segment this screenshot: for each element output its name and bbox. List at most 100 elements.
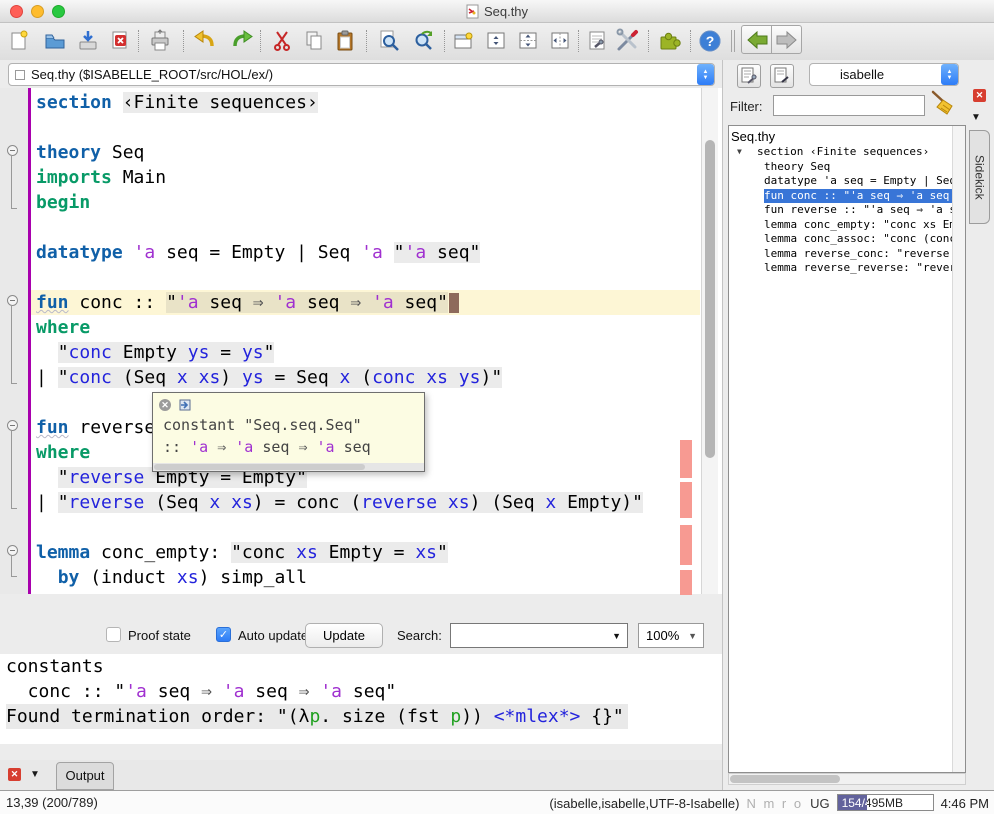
tooltip-detach-icon[interactable] <box>178 398 192 412</box>
buffer-flags-off[interactable]: N m r o <box>746 796 803 811</box>
code-token: where <box>36 442 90 463</box>
buffer-switcher[interactable]: Seq.thy ($ISABELLE_ROOT/src/HOL/ex/) ▲▼ <box>8 63 715 86</box>
tree-item[interactable]: datatype 'a seq = Empty | Seq 'a "'a se <box>729 174 953 189</box>
fold-marker[interactable] <box>7 295 18 306</box>
tree-item[interactable]: fun conc :: "'a seq ⇒ 'a seq ⇒ 'a seq <box>729 189 953 204</box>
tree-vscrollbar[interactable] <box>952 126 965 772</box>
tree-item[interactable]: lemma conc_empty: "conc xs Empty = xs" <box>729 218 953 233</box>
sidekick-mode-selector[interactable]: isabelle ▲▼ <box>809 63 959 86</box>
fold-marker[interactable] <box>7 145 18 156</box>
filter-input[interactable] <box>773 95 925 116</box>
new-file-button[interactable] <box>4 26 34 56</box>
editor-vscrollbar-thumb[interactable] <box>705 140 715 458</box>
paste-button[interactable] <box>330 26 360 56</box>
buffer-options-button[interactable] <box>582 26 612 56</box>
split-horizontal-button[interactable] <box>513 26 543 56</box>
close-buffer-button[interactable] <box>105 26 135 56</box>
sidekick-mode-stepper[interactable]: ▲▼ <box>941 64 958 85</box>
close-window-icon[interactable] <box>10 5 23 18</box>
redo-button[interactable] <box>227 26 257 56</box>
code-token: 'a <box>372 292 394 313</box>
code-token: conc_empty: <box>90 542 231 563</box>
global-options-button[interactable] <box>612 26 642 56</box>
split-vertical-button[interactable] <box>545 26 575 56</box>
fold-marker[interactable] <box>7 545 18 556</box>
update-button[interactable]: Update <box>305 623 383 648</box>
code-token <box>383 242 394 263</box>
editor-text[interactable]: section ‹Finite sequences›theory Seqimpo… <box>31 90 700 592</box>
forward-button[interactable] <box>771 25 802 54</box>
caret-position: 13,39 (200/789) <box>6 795 98 810</box>
tree-item[interactable]: theory Seq <box>729 160 953 175</box>
tooltip-close-icon[interactable]: ✕ <box>159 399 171 411</box>
output-tab[interactable]: Output <box>56 762 114 790</box>
new-view-button[interactable] <box>448 26 478 56</box>
editor[interactable]: section ‹Finite sequences›theory Seqimpo… <box>0 88 722 594</box>
tree-item[interactable]: Seq.thy <box>729 128 953 145</box>
close-output-button[interactable]: ✕ <box>8 768 21 781</box>
unsplit-button[interactable] <box>481 26 511 56</box>
tooltip-scrollbar[interactable] <box>153 463 424 471</box>
code-token <box>448 367 459 388</box>
incremental-find-button[interactable] <box>408 26 438 56</box>
help-icon: ? <box>697 28 723 54</box>
buffer-flags-on[interactable]: UG <box>810 796 830 811</box>
code-token <box>36 567 58 588</box>
tree-hscrollbar[interactable] <box>728 773 966 785</box>
tree-item[interactable]: lemma reverse_reverse: "reverse (revers <box>729 261 953 276</box>
memory-gauge[interactable]: 154/495MB 154/495MB <box>837 794 934 811</box>
minimize-window-icon[interactable] <box>31 5 44 18</box>
undo-button[interactable] <box>190 26 220 56</box>
expand-arrow-icon[interactable]: ▼ <box>737 145 742 160</box>
output-text[interactable]: constants conc :: "'a seq ⇒ 'a seq ⇒ 'a … <box>0 654 722 744</box>
code-token <box>264 292 275 313</box>
back-button[interactable] <box>741 25 772 54</box>
code-line <box>31 265 700 290</box>
dockable-menu-arrow-icon[interactable]: ▼ <box>971 112 981 123</box>
copy-button[interactable] <box>299 26 329 56</box>
plugin-manager-button[interactable] <box>655 26 685 56</box>
code-token: seq <box>244 681 298 702</box>
open-file-button[interactable] <box>40 26 70 56</box>
output-zoom-combo[interactable]: 100% ▼ <box>638 623 704 648</box>
fold-marker[interactable] <box>7 420 18 431</box>
save-file-button[interactable] <box>73 26 103 56</box>
clear-filter-broom-icon[interactable] <box>927 86 961 120</box>
forward-arrow-icon <box>775 29 799 51</box>
proof-state-checkbox[interactable] <box>106 627 121 642</box>
print-button[interactable] <box>145 26 175 56</box>
tree-hscrollbar-thumb[interactable] <box>730 775 840 783</box>
toolbar-separator <box>648 30 649 52</box>
cut-scissors-icon <box>270 29 294 53</box>
help-button[interactable]: ? <box>695 26 725 56</box>
code-token: x <box>177 367 188 388</box>
output-tab-row: ✕ ▼ Output <box>0 760 722 790</box>
code-token: seq <box>147 681 201 702</box>
auto-update-checkbox[interactable]: ✓ <box>216 627 231 642</box>
find-button[interactable] <box>374 26 404 56</box>
sidekick-tab[interactable]: Sidekick <box>969 130 990 224</box>
sidekick-properties-button[interactable] <box>770 64 794 88</box>
buffer-switcher-stepper[interactable]: ▲▼ <box>697 64 714 85</box>
code-token: ( <box>350 367 372 388</box>
svg-text:?: ? <box>706 33 715 49</box>
editor-vscrollbar[interactable] <box>701 88 718 594</box>
code-token: p <box>309 706 320 727</box>
code-token: ⇒ <box>253 292 264 313</box>
close-dockable-button[interactable]: ✕ <box>973 89 986 102</box>
tree-item[interactable]: ▼section ‹Finite sequences› <box>729 145 953 160</box>
code-token: seq <box>253 438 298 456</box>
plugin-puzzle-icon <box>657 28 683 54</box>
cut-button[interactable] <box>267 26 297 56</box>
titlebar[interactable]: Seq.thy <box>0 0 994 23</box>
tree-item[interactable]: fun reverse :: "'a seq ⇒ 'a seq" <box>729 203 953 218</box>
editor-gutter[interactable] <box>0 88 28 594</box>
sidekick-parse-button[interactable] <box>737 64 761 88</box>
output-menu-arrow-icon[interactable]: ▼ <box>30 769 40 780</box>
code-line <box>31 515 700 540</box>
tree-item[interactable]: lemma conc_assoc: "conc (conc xs ys) zs <box>729 232 953 247</box>
output-search-combo[interactable]: ▼ <box>450 623 628 648</box>
zoom-window-icon[interactable] <box>52 5 65 18</box>
sidekick-tree: Seq.thy▼section ‹Finite sequences›theory… <box>729 128 965 276</box>
tree-item[interactable]: lemma reverse_conc: "reverse (conc xs y <box>729 247 953 262</box>
